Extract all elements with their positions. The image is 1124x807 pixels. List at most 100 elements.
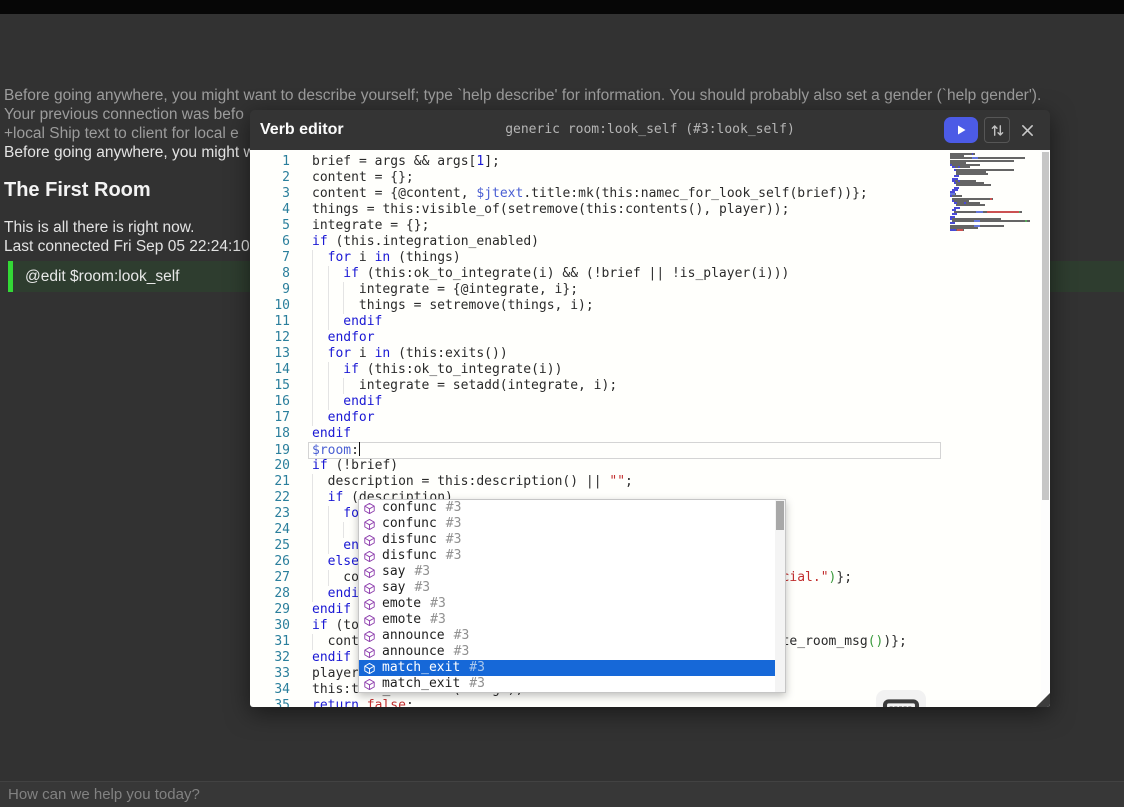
autocomplete-item[interactable]: match_exit #3: [359, 660, 785, 676]
code-line: 17 endfor: [250, 410, 1038, 426]
verb-name: disfunc: [382, 548, 437, 563]
cube-icon: [363, 662, 376, 675]
dialog-header[interactable]: Verb editor generic room:look_self (#3:l…: [250, 110, 1050, 150]
code-line: 20 if (!brief): [250, 458, 1038, 474]
autocomplete-item[interactable]: say #3: [359, 580, 785, 596]
text-cursor: [358, 442, 361, 456]
verb-name: confunc: [382, 500, 437, 515]
verb-object: #3: [453, 644, 470, 659]
autocomplete-item[interactable]: confunc #3: [359, 516, 785, 532]
autocomplete-item[interactable]: disfunc #3: [359, 548, 785, 564]
indent-guide: [327, 362, 344, 378]
cube-icon: [363, 534, 376, 547]
line-number: 7: [282, 250, 290, 265]
line-number: 27: [274, 570, 290, 585]
close-dialog-button[interactable]: [1016, 117, 1038, 143]
editor-scrollbar-thumb[interactable]: [1042, 152, 1049, 500]
indent-guide: [327, 394, 344, 410]
verb-object: #3: [469, 660, 485, 675]
verb-object: #3: [445, 548, 462, 563]
indent-guide: [327, 570, 344, 586]
line-number: 31: [274, 634, 290, 649]
cube-icon: [363, 678, 376, 691]
indent-guide: [327, 282, 344, 298]
indent-guide: [327, 298, 344, 314]
autocomplete-item[interactable]: disfunc #3: [359, 532, 785, 548]
indent-guide: [312, 474, 328, 490]
verb-object: #3: [430, 612, 446, 627]
cube-icon: [363, 502, 376, 515]
verb-object: #3: [445, 500, 462, 515]
autocomplete-item[interactable]: emote #3: [359, 612, 785, 628]
line-number: 2: [282, 170, 290, 185]
indent-guide: [312, 314, 328, 330]
line-number: 21: [274, 474, 290, 489]
cube-icon: [363, 646, 376, 659]
code-line: 13 for i in (this:exits()): [250, 346, 1038, 362]
line-number: 25: [274, 538, 290, 553]
autocomplete-item[interactable]: confunc #3: [359, 500, 785, 516]
line-number: 23: [274, 506, 290, 521]
indent-guide: [312, 410, 328, 426]
indent-guide: [312, 266, 328, 282]
indent-guide: [343, 282, 359, 298]
code-line: 1 brief = args && args[1];: [250, 154, 1038, 170]
autocomplete-item[interactable]: say #3: [359, 564, 785, 580]
autocomplete-scrollbar[interactable]: [775, 500, 785, 692]
indent-guide: [343, 522, 359, 538]
indent-guide: [312, 538, 328, 554]
line-number: 1: [282, 154, 290, 169]
indent-guide: [312, 570, 328, 586]
line-number: 17: [274, 410, 290, 425]
verb-name: match_exit: [382, 660, 461, 675]
verb-object: #3: [414, 564, 431, 579]
editor-scrollbar[interactable]: [1041, 150, 1050, 707]
verb-object: #3: [469, 676, 485, 691]
indent-guide: [312, 522, 328, 538]
autocomplete-item[interactable]: announce #3: [359, 628, 785, 644]
virtual-keyboard-button[interactable]: [876, 690, 926, 707]
indent-guide: [312, 282, 328, 298]
verb-name: confunc: [382, 516, 437, 531]
line-number: 15: [274, 378, 290, 393]
verb-name: say: [382, 580, 406, 595]
line-number: 5: [282, 218, 290, 233]
verb-object: #3: [445, 516, 462, 531]
code-line: 3 content = {@content, $jtext.title:mk(th…: [250, 186, 1038, 202]
autocomplete-item[interactable]: announce #3: [359, 644, 785, 660]
line-number: 34: [274, 682, 290, 697]
run-verb-button[interactable]: [944, 117, 978, 143]
code-line: 2 content = {};: [250, 170, 1038, 186]
command-marker-bar: [8, 261, 13, 292]
resize-handle[interactable]: [1035, 692, 1050, 707]
indent-guide: [312, 554, 328, 570]
cube-icon: [363, 566, 376, 579]
autocomplete-item[interactable]: emote #3: [359, 596, 785, 612]
indent-guide: [312, 490, 328, 506]
indent-guide: [327, 506, 344, 522]
cube-icon: [363, 630, 376, 643]
code-line: 14 if (this:ok_to_integrate(i)): [250, 362, 1038, 378]
code-editor[interactable]: 1 brief = args && args[1]; 2 content = {}; 3…: [250, 150, 1050, 707]
autocomplete-popup: confunc #3 confunc #3 disfunc #3 disfunc #3 say #…: [358, 499, 786, 693]
verb-name: match_exit: [382, 676, 461, 691]
verb-name: emote: [382, 596, 422, 611]
line-number: 16: [274, 394, 290, 409]
indent-guide: [327, 266, 344, 282]
verb-object: #3: [453, 628, 470, 643]
close-icon: [1021, 124, 1033, 136]
verb-object: #3: [445, 532, 462, 547]
line-number: 6: [282, 234, 290, 249]
chat-input[interactable]: How can we help you today?: [0, 781, 1124, 807]
autocomplete-item[interactable]: match_exit #3: [359, 676, 785, 692]
code-line: 21 description = this:description() || ""…: [250, 474, 1038, 490]
indent-guide: [327, 522, 344, 538]
code-line: 8 if (this:ok_to_integrate(i) && (!brief …: [250, 266, 1038, 282]
swap-editor-button[interactable]: [984, 117, 1010, 143]
line-number: 11: [274, 314, 290, 329]
line-number: 29: [274, 602, 290, 617]
indent-guide: [343, 378, 359, 394]
code-minimap[interactable]: [950, 153, 1038, 237]
code-line: 19 $room:: [250, 442, 1038, 458]
code-line: 7 for i in (things): [250, 250, 1038, 266]
